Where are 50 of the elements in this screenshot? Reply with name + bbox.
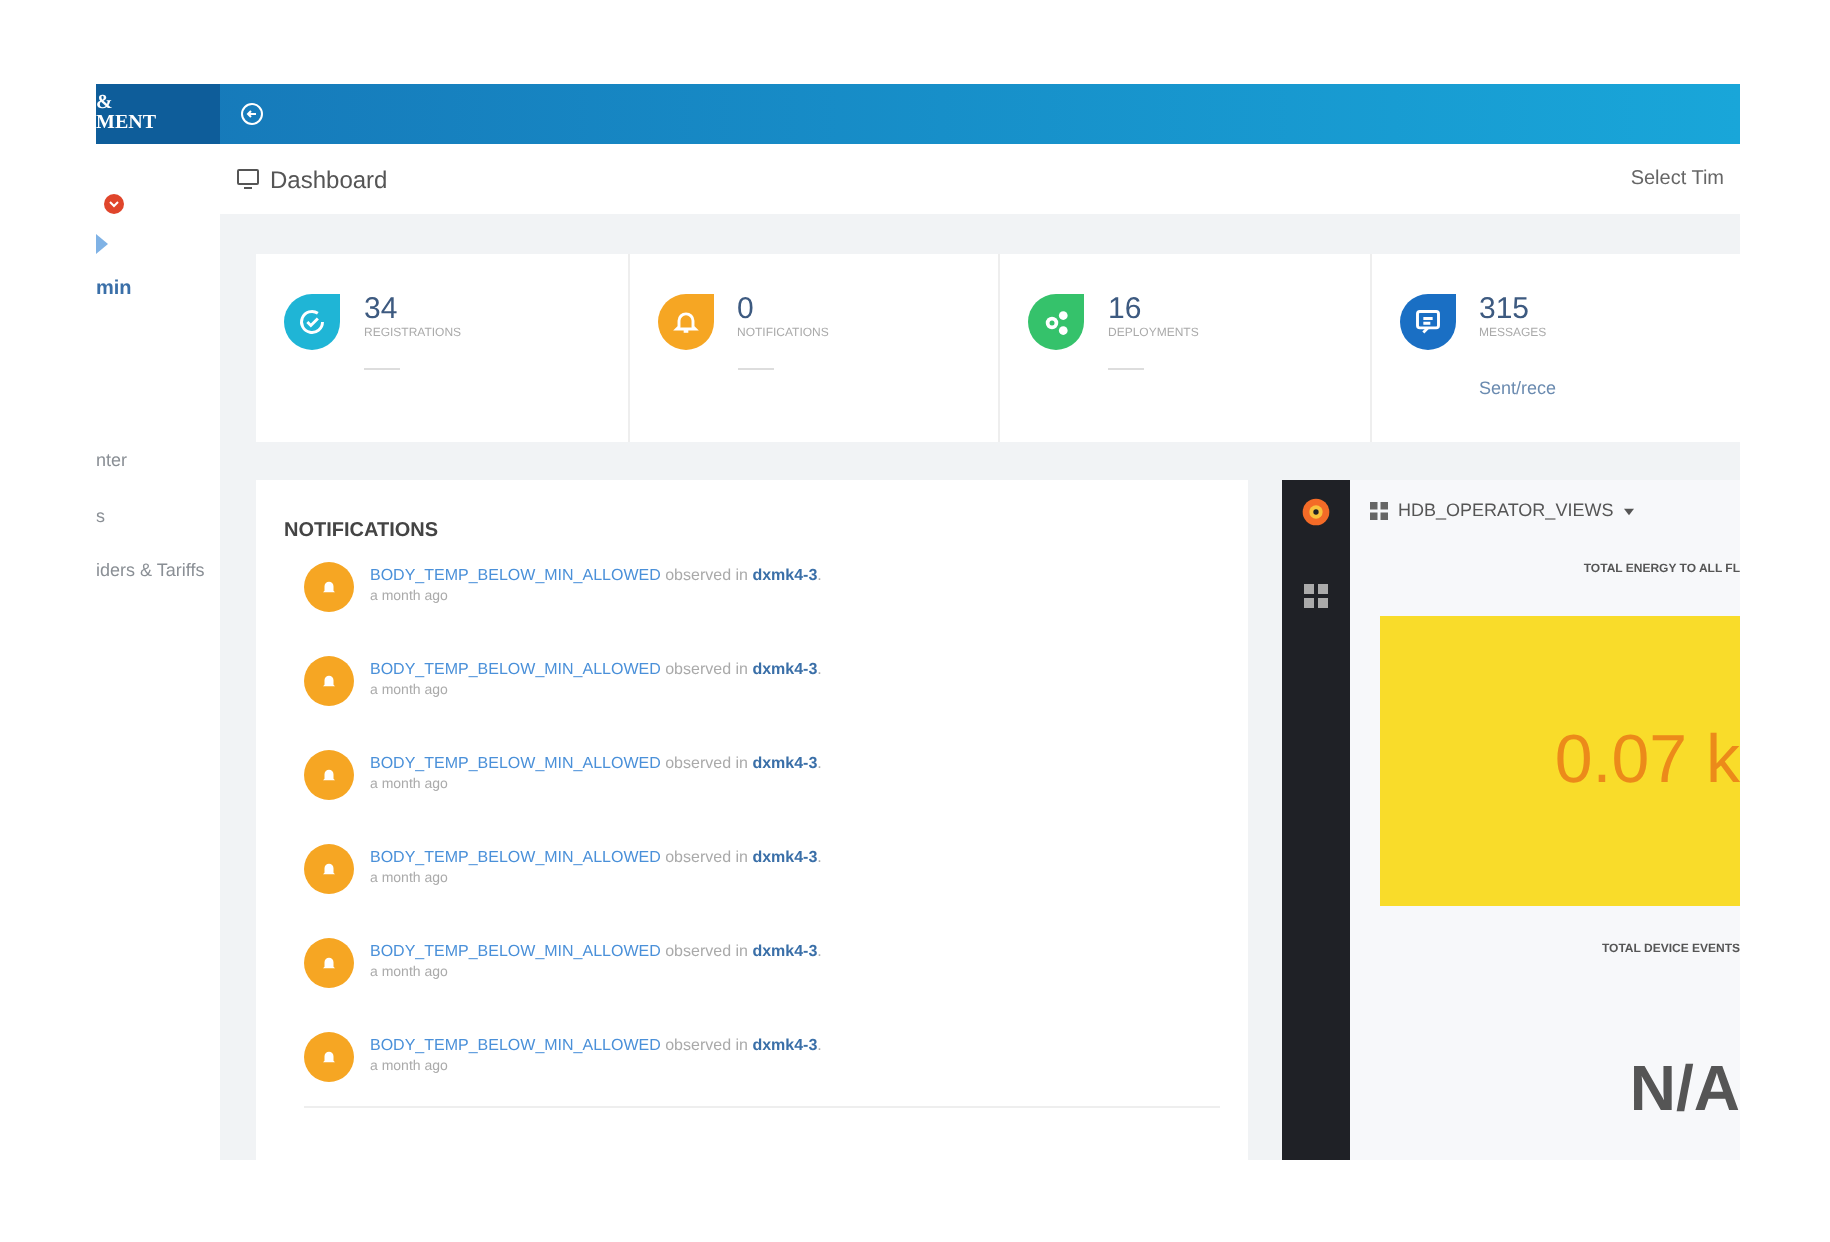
stat-value: 34 — [364, 294, 400, 326]
monitor-icon — [236, 168, 260, 190]
bell-badge-icon — [304, 562, 354, 612]
notification-text: BODY_TEMP_BELOW_MIN_ALLOWED observed in dxmk4-3. — [370, 940, 822, 965]
notification-text: BODY_TEMP_BELOW_MIN_ALLOWED observed in dxmk4-3. — [370, 564, 822, 589]
triangle-icon — [96, 234, 108, 254]
sidebar-item[interactable]: nter — [96, 448, 220, 475]
panel-title: NOTIFICATIONS — [284, 518, 441, 546]
stat-value: 0 — [737, 294, 756, 326]
logo-text: MENT — [96, 114, 158, 134]
stat-footer: Sent/rece — [1479, 376, 1557, 403]
sidebar-item[interactable]: s — [96, 503, 220, 530]
check-circle-icon — [298, 308, 326, 336]
time-selector[interactable]: Select Tim — [1630, 164, 1724, 194]
caret-icon — [1623, 507, 1634, 516]
event-link[interactable]: BODY_TEMP_BELOW_MIN_ALLOWED — [370, 660, 661, 679]
logo-icon[interactable] — [1300, 496, 1332, 528]
event-link[interactable]: BODY_TEMP_BELOW_MIN_ALLOWED — [370, 848, 661, 867]
device-link[interactable]: dxmk4-3 — [752, 1036, 818, 1055]
event-link[interactable]: BODY_TEMP_BELOW_MIN_ALLOWED — [370, 754, 661, 773]
device-link[interactable]: dxmk4-3 — [752, 942, 818, 961]
page-title: Dashboard — [270, 163, 388, 197]
bell-badge-icon — [304, 656, 354, 706]
device-link[interactable]: dxmk4-3 — [752, 660, 818, 679]
bell-badge-icon — [304, 938, 354, 988]
event-link[interactable]: BODY_TEMP_BELOW_MIN_ALLOWED — [370, 1036, 661, 1055]
notification-text: BODY_TEMP_BELOW_MIN_ALLOWED observed in dxmk4-3. — [370, 752, 822, 777]
bell-badge-icon — [304, 1032, 354, 1082]
stat-value: 16 — [1108, 294, 1144, 326]
notification-text: BODY_TEMP_BELOW_MIN_ALLOWED observed in dxmk4-3. — [370, 846, 822, 871]
badge-icon — [104, 194, 124, 214]
event-link[interactable]: BODY_TEMP_BELOW_MIN_ALLOWED — [370, 566, 661, 585]
sidebar-item[interactable]: iders & Tariffs — [96, 558, 220, 585]
event-link[interactable]: BODY_TEMP_BELOW_MIN_ALLOWED — [370, 942, 661, 961]
device-link[interactable]: dxmk4-3 — [752, 754, 818, 773]
notification-text: BODY_TEMP_BELOW_MIN_ALLOWED observed in dxmk4-3. — [370, 658, 822, 683]
bell-badge-icon — [304, 750, 354, 800]
dashboard-selector[interactable]: HDB_OPERATOR_VIEWS — [1398, 498, 1614, 525]
grid-icon — [1370, 502, 1388, 521]
message-icon — [1413, 308, 1441, 336]
stat-value: 315 — [1479, 294, 1532, 326]
notification-text: BODY_TEMP_BELOW_MIN_ALLOWED observed in dxmk4-3. — [370, 1034, 822, 1059]
grid-icon[interactable] — [1304, 584, 1328, 608]
user-name: min — [96, 276, 134, 304]
bell-icon — [671, 308, 699, 336]
device-link[interactable]: dxmk4-3 — [752, 566, 818, 585]
logo-text: & — [96, 94, 115, 114]
panel-value: N/A — [1629, 1049, 1740, 1127]
bell-badge-icon — [304, 844, 354, 894]
device-link[interactable]: dxmk4-3 — [752, 848, 818, 867]
